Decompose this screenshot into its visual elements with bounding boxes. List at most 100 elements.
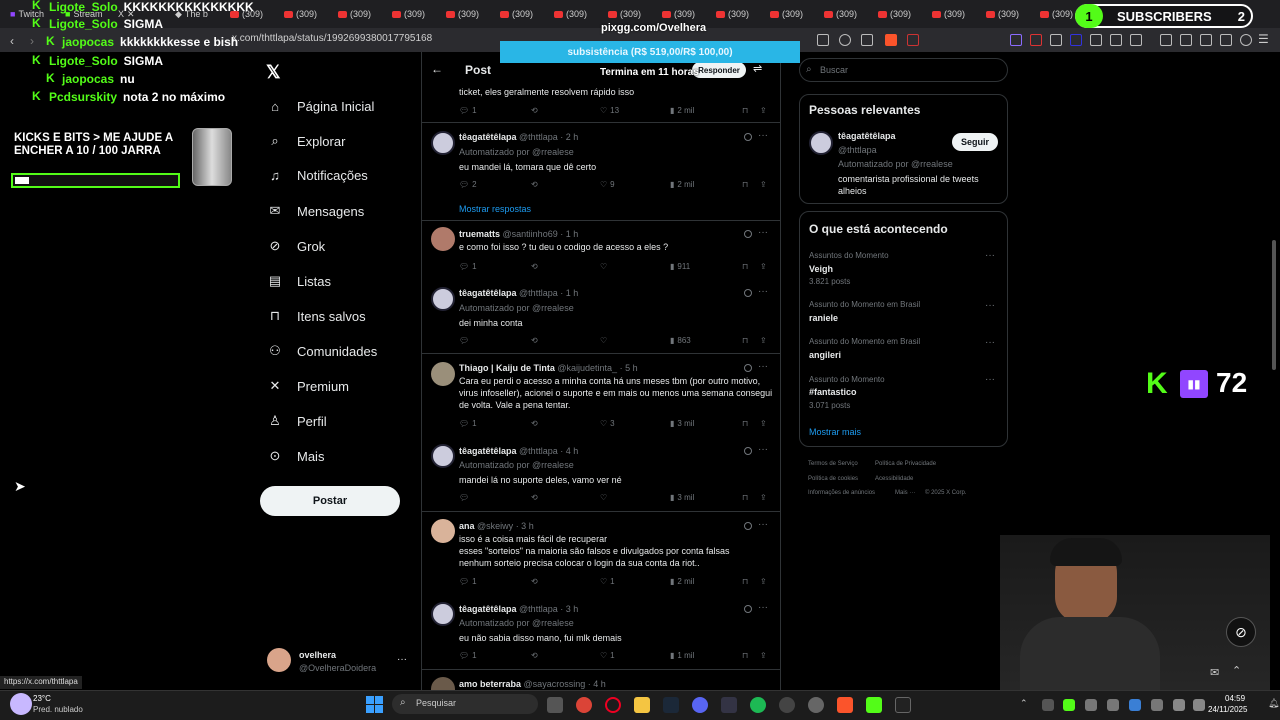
nav-bookmarks[interactable]: ⊓ Itens salvos — [267, 305, 366, 327]
views-icon[interactable]: ▮ 3 mil — [670, 419, 694, 428]
share-icon[interactable]: ⇪ — [760, 336, 767, 345]
avatar[interactable] — [267, 648, 291, 672]
tray-icon[interactable] — [1042, 699, 1054, 711]
discord-icon[interactable] — [692, 697, 708, 713]
taskbar-search[interactable]: Pesquisar — [392, 694, 538, 714]
more-icon[interactable]: ··· — [758, 519, 768, 530]
views-icon[interactable]: ▮ 2 mil — [670, 577, 694, 586]
person-name[interactable]: têagatêtêlapa — [838, 131, 896, 141]
reply-icon[interactable]: 💬︎ 2 — [459, 180, 477, 189]
tab-youtube[interactable]: (309) — [338, 6, 371, 22]
avatar[interactable] — [431, 362, 455, 386]
avatar[interactable] — [431, 287, 455, 311]
views-icon[interactable]: ▮ 2 mil — [670, 106, 694, 115]
like-icon[interactable]: ♡ 1 — [600, 651, 615, 660]
chevron-up-icon[interactable]: ⌃ — [1020, 698, 1028, 709]
more-icon[interactable]: ··· — [758, 444, 768, 455]
volume-icon[interactable] — [1193, 699, 1205, 711]
retweet-icon[interactable]: ⟲ — [531, 419, 538, 428]
tab-youtube[interactable]: (309) — [554, 6, 587, 22]
avatar[interactable] — [431, 131, 455, 155]
bookmark-icon[interactable]: ⊓ — [742, 419, 748, 428]
like-icon[interactable]: ♡ 3 — [600, 419, 615, 428]
wand-icon[interactable] — [1220, 34, 1232, 46]
more-icon[interactable]: ··· — [758, 227, 768, 238]
tweet[interactable]: amo beterraba @sayacrossing · 4 h — [422, 671, 780, 690]
grok-icon[interactable] — [744, 230, 752, 238]
tweet[interactable]: têagatêtêlapa @thttlapa · 1 h ··· Automa… — [422, 282, 780, 354]
chevron-up-icon[interactable]: ⌃ — [1232, 664, 1241, 677]
tab-youtube[interactable]: (309) — [824, 6, 857, 22]
like-icon[interactable]: ♡ — [600, 262, 607, 271]
extension-icon[interactable] — [1030, 34, 1042, 46]
tab-youtube[interactable]: (309) — [446, 6, 479, 22]
chrome-icon[interactable] — [576, 697, 592, 713]
views-icon[interactable]: ▮ 1 mil — [670, 651, 694, 660]
trend-topic[interactable]: angileri — [809, 350, 841, 360]
network-icon[interactable] — [1173, 699, 1185, 711]
retweet-icon[interactable]: ⟲ — [531, 262, 538, 271]
avatar[interactable] — [431, 677, 455, 690]
reply-icon[interactable]: 💬︎ 1 — [459, 651, 477, 660]
brave-icon[interactable] — [837, 697, 853, 713]
retweet-icon[interactable]: ⟲ — [531, 180, 538, 189]
back-arrow-icon[interactable]: ← — [431, 62, 443, 76]
extension-icon[interactable] — [1010, 34, 1022, 46]
window-icon[interactable] — [1200, 34, 1212, 46]
url-field[interactable]: x.com/thttlapa/status/199269938001779516… — [232, 33, 432, 44]
tray-icon[interactable] — [1063, 699, 1075, 711]
tray-icon[interactable] — [1107, 699, 1119, 711]
views-icon[interactable]: ▮ 911 — [670, 262, 690, 271]
like-icon[interactable]: ♡ 9 — [600, 180, 615, 189]
tab-youtube[interactable]: (309) — [1040, 6, 1073, 22]
bluetooth-icon[interactable] — [1129, 699, 1141, 711]
show-replies-link[interactable]: Mostrar respostas — [459, 204, 531, 214]
grok-icon[interactable] — [744, 605, 752, 613]
avatar[interactable] — [431, 519, 455, 543]
app-icon[interactable] — [779, 697, 795, 713]
forward-icon[interactable]: › — [30, 34, 34, 48]
more-icon[interactable]: ··· — [985, 300, 995, 311]
x-logo-icon[interactable]: 𝕏 — [266, 62, 281, 83]
tab-youtube[interactable]: (309) — [716, 6, 749, 22]
opera-icon[interactable] — [605, 697, 621, 713]
reply-icon[interactable]: 💬︎ 1 — [459, 106, 477, 115]
tweet[interactable]: Thiago | Kaiju de Tinta @kaijudetinta_ ·… — [422, 355, 780, 438]
footer-link[interactable]: Política de Privacidade — [875, 461, 936, 467]
share-icon[interactable]: ⇪ — [760, 419, 767, 428]
wallet-icon[interactable] — [1130, 34, 1142, 46]
reply-icon[interactable]: 💬︎ 1 — [459, 577, 477, 586]
nav-home[interactable]: ⌂ Página Inicial — [267, 95, 374, 117]
retweet-icon[interactable]: ⟲ — [531, 106, 538, 115]
notification-icon[interactable]: 🔔︎ — [1268, 698, 1279, 709]
share-icon[interactable]: ⇪ — [760, 180, 767, 189]
tweet[interactable]: têagatêtêlapa @thttlapa · 2 h ··· Automa… — [422, 123, 780, 221]
bookmark-icon[interactable]: ⊓ — [742, 493, 748, 502]
retweet-icon[interactable]: ⟲ — [531, 577, 538, 586]
nav-profile[interactable]: ♙ Perfil — [267, 410, 326, 432]
footer-link[interactable]: Política de cookies — [808, 476, 858, 482]
app-icon[interactable] — [721, 697, 737, 713]
extension-icon[interactable] — [1050, 34, 1062, 46]
rewards-icon[interactable] — [907, 34, 919, 46]
tray-icon[interactable] — [1085, 699, 1097, 711]
retweet-icon[interactable]: ⟲ — [531, 493, 538, 502]
nav-communities[interactable]: ⚇ Comunidades — [267, 340, 377, 362]
more-icon[interactable]: ··· — [758, 286, 768, 297]
reply-icon[interactable]: 💬︎ — [459, 493, 469, 502]
tab-youtube[interactable]: (309) — [932, 6, 965, 22]
tab-youtube[interactable]: (309) — [500, 6, 533, 22]
trend-topic[interactable]: raniele — [809, 313, 838, 323]
back-icon[interactable]: ‹ — [10, 34, 14, 48]
grok-icon[interactable] — [744, 289, 752, 297]
bookmark-icon[interactable]: ⊓ — [742, 180, 748, 189]
retweet-icon[interactable]: ⟲ — [531, 336, 538, 345]
grok-icon[interactable] — [744, 447, 752, 455]
messages-icon[interactable]: ✉ — [1210, 666, 1219, 679]
tweet[interactable]: têagatêtêlapa @thttlapa · 3 h ··· Automa… — [422, 596, 780, 670]
bookmark-icon[interactable]: ⊓ — [742, 336, 748, 345]
tab-youtube[interactable]: (309) — [284, 6, 317, 22]
tweet[interactable]: têagatêtêlapa @thttlapa · 4 h ··· Automa… — [422, 438, 780, 512]
extension-icon[interactable] — [1070, 34, 1082, 46]
avatar[interactable] — [809, 131, 833, 155]
